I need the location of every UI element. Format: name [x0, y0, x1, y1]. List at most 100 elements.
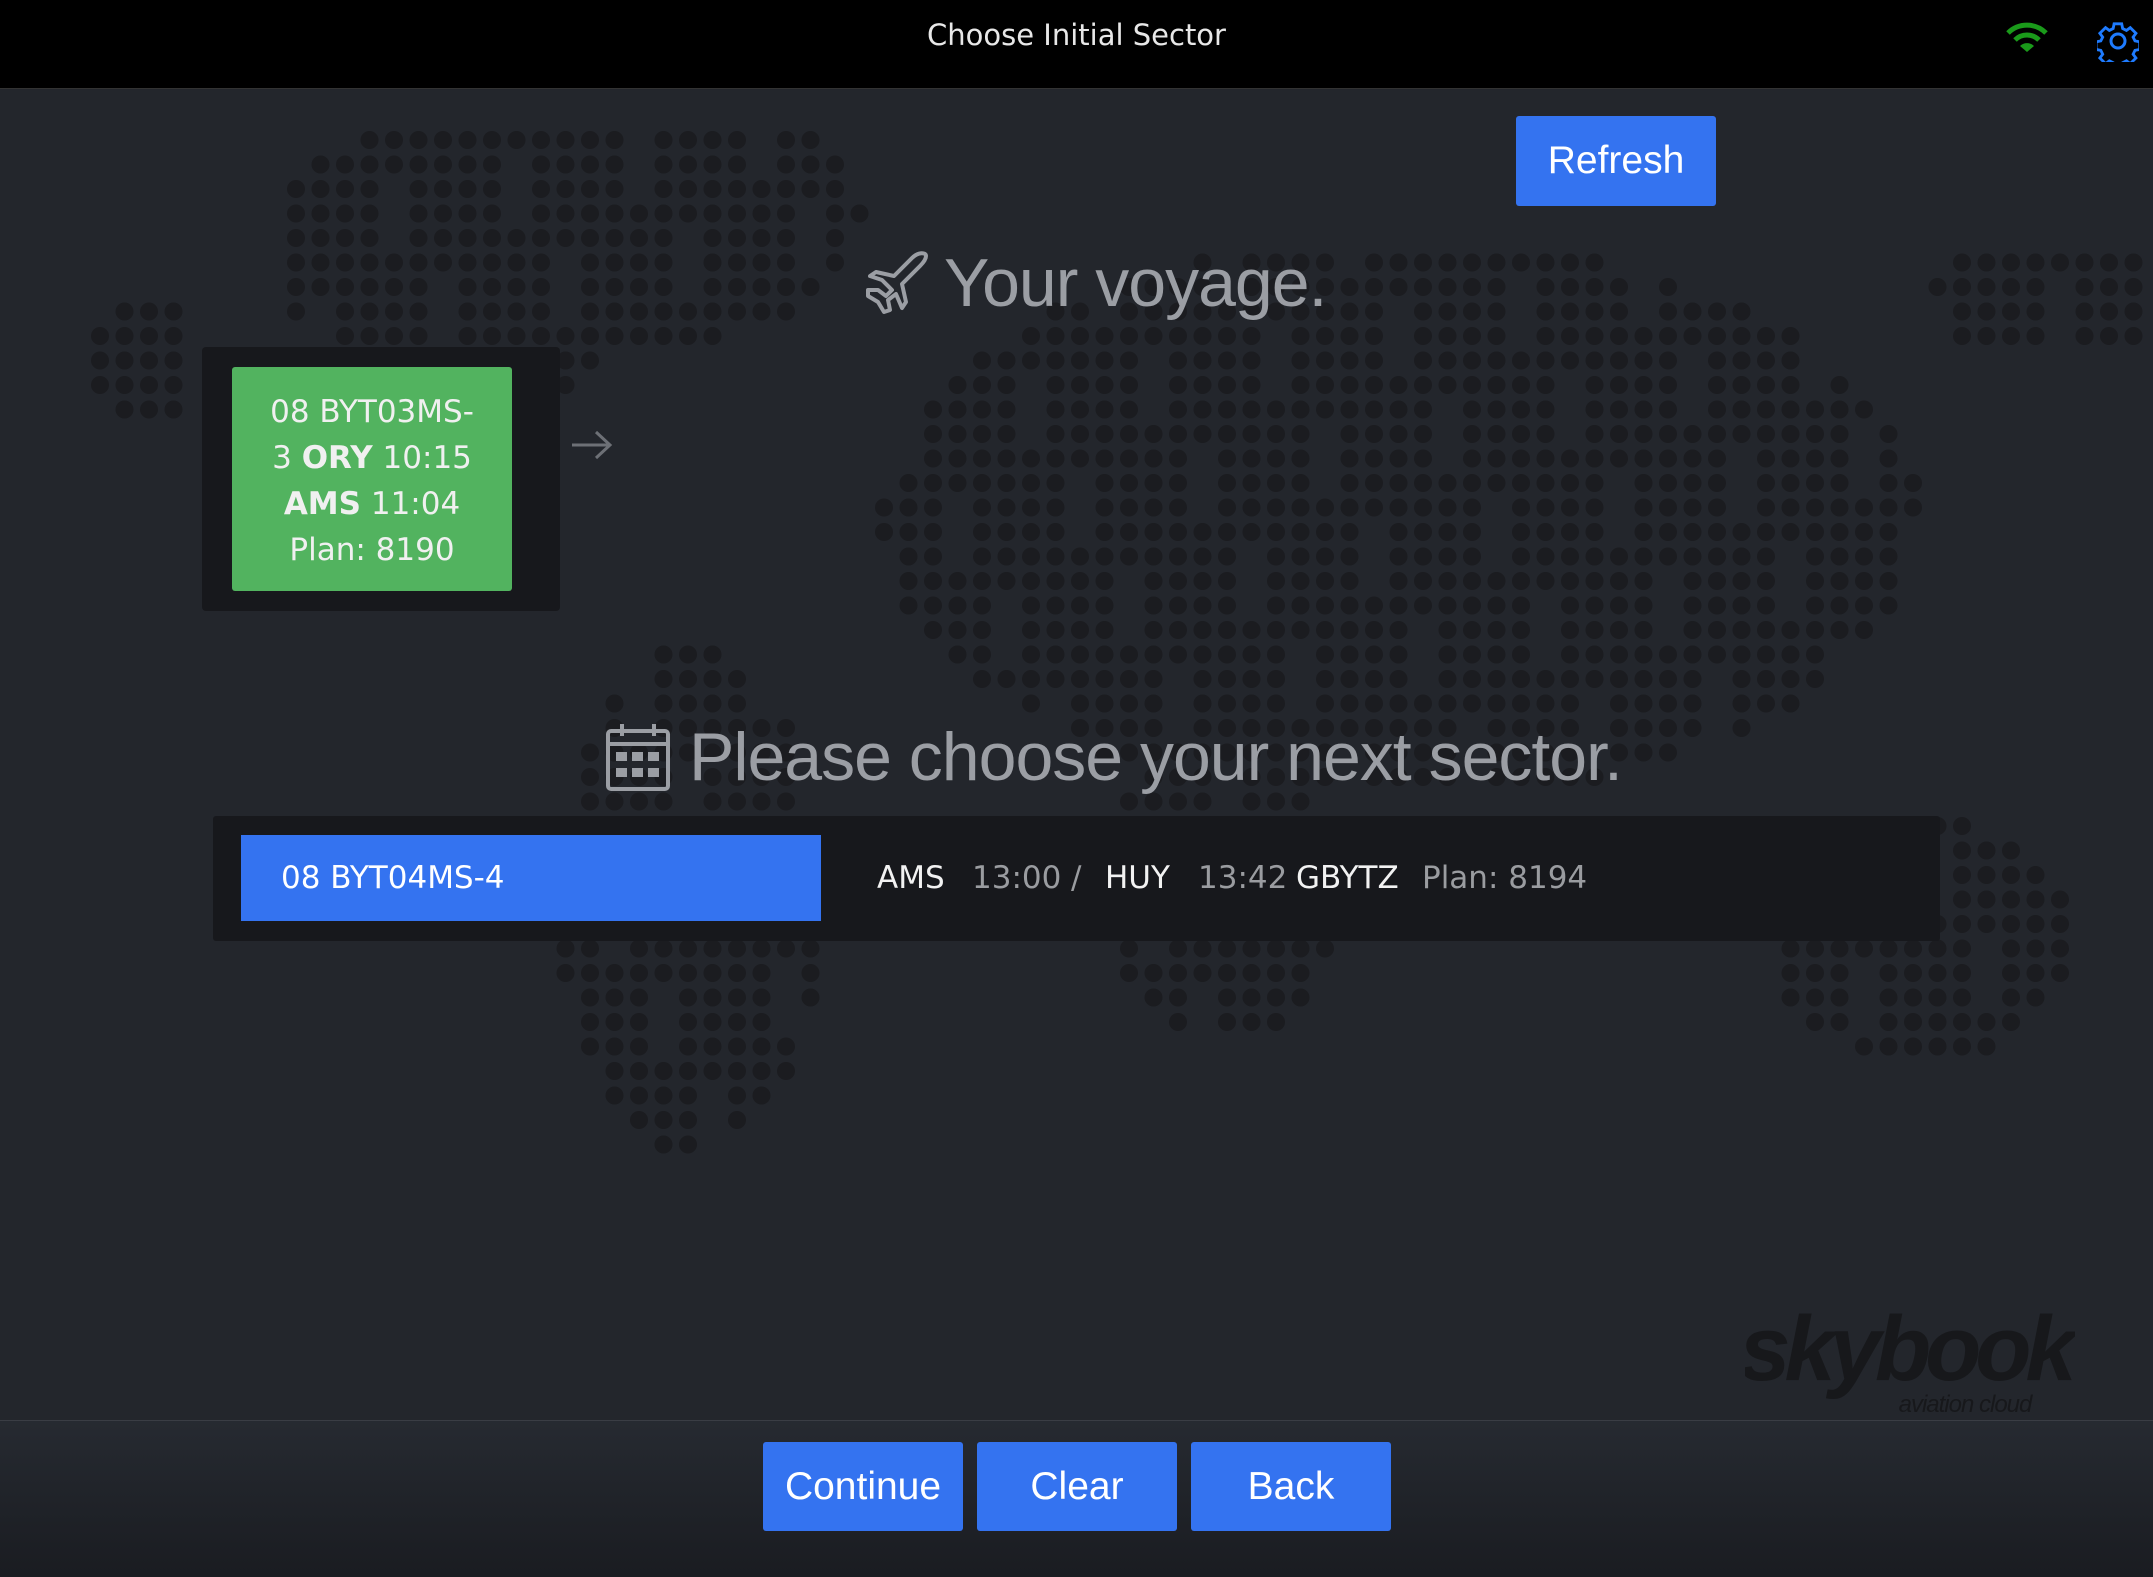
map-dot — [1977, 1013, 1996, 1031]
map-dot — [1071, 621, 1089, 639]
map-dot — [1414, 400, 1432, 419]
map-dot — [385, 253, 403, 272]
map-dot — [1855, 523, 1873, 541]
map-dot — [752, 229, 771, 247]
map-dot — [2026, 890, 2045, 909]
map-dot — [1218, 572, 1236, 590]
map-dot — [1732, 645, 1751, 664]
map-dot — [140, 302, 158, 321]
map-dot — [1414, 474, 1432, 492]
map-dot — [777, 939, 795, 958]
map-dot — [1340, 425, 1359, 443]
map-dot — [1193, 523, 1212, 541]
map-dot — [1267, 645, 1285, 664]
sector-select-button[interactable]: 08 BYT04MS-4 — [241, 835, 821, 921]
map-dot — [581, 180, 599, 198]
map-dot — [1634, 719, 1653, 737]
map-dot — [2026, 866, 2045, 884]
map-dot — [1659, 449, 1677, 468]
map-dot — [1781, 474, 1800, 492]
map-dot — [1438, 351, 1457, 370]
map-dot — [1904, 1037, 1922, 1056]
map-dot — [1904, 988, 1922, 1007]
map-dot — [1561, 670, 1579, 688]
map-dot — [1267, 694, 1285, 713]
map-dot — [1561, 547, 1579, 566]
map-dot — [703, 939, 722, 958]
map-dot — [1757, 351, 1775, 370]
map-dot — [1267, 1013, 1285, 1031]
map-dot — [2075, 302, 2094, 321]
current-sector-card[interactable]: 08 BYT03MS- 3 ORY 10:15 AMS 11:04 Plan: … — [232, 367, 512, 591]
back-button[interactable]: Back — [1191, 1442, 1391, 1531]
map-dot — [679, 988, 697, 1007]
map-dot — [1953, 1037, 1971, 1056]
map-dot — [1977, 302, 1996, 321]
map-dot — [1487, 645, 1506, 664]
map-dot — [728, 939, 746, 958]
map-dot — [1218, 670, 1236, 688]
map-dot — [1242, 645, 1261, 664]
map-dot — [654, 694, 673, 713]
map-dot — [728, 278, 746, 296]
map-dot — [1585, 351, 1604, 370]
map-dot — [1585, 621, 1604, 639]
map-dot — [997, 670, 1016, 688]
map-dot — [1634, 449, 1653, 468]
map-dot — [1977, 278, 1996, 296]
map-dot — [1169, 425, 1187, 443]
map-dot — [1512, 351, 1530, 370]
sector-list-item[interactable]: 08 BYT04MS-4 AMS 13:00 / HUY 13:42 GBYTZ… — [213, 816, 1940, 941]
map-dot — [1708, 645, 1726, 664]
map-dot — [1267, 572, 1285, 590]
gear-icon[interactable] — [2097, 20, 2139, 62]
map-dot — [1610, 645, 1628, 664]
map-dot — [458, 204, 477, 223]
map-dot — [1708, 327, 1726, 345]
map-dot — [1512, 694, 1530, 713]
map-dot — [1879, 572, 1898, 590]
map-dot — [1904, 964, 1922, 982]
map-dot — [360, 302, 379, 321]
map-dot — [581, 351, 599, 370]
map-dot — [1340, 523, 1359, 541]
map-dot — [1267, 964, 1285, 982]
map-dot — [1218, 351, 1236, 370]
map-dot — [948, 449, 967, 468]
map-dot — [1365, 425, 1383, 443]
map-dot — [458, 131, 477, 149]
map-dot — [654, 229, 673, 247]
map-dot — [581, 327, 599, 345]
map-dot — [1904, 498, 1922, 517]
map-dot — [1242, 400, 1261, 419]
map-dot — [1879, 474, 1898, 492]
map-dot — [1414, 351, 1432, 370]
map-dot — [1169, 327, 1187, 345]
map-dot — [654, 670, 673, 688]
map-dot — [728, 253, 746, 272]
map-dot — [1855, 939, 1873, 958]
map-dot — [752, 1086, 771, 1105]
map-dot — [997, 498, 1016, 517]
map-dot — [1046, 449, 1065, 468]
map-dot — [1046, 376, 1065, 394]
map-dot — [924, 425, 942, 443]
map-dot — [1414, 278, 1432, 296]
map-dot — [703, 988, 722, 1007]
map-dot — [679, 694, 697, 713]
map-dot — [1610, 425, 1628, 443]
map-dot — [1218, 327, 1236, 345]
map-dot — [1830, 964, 1849, 982]
map-dot — [1806, 939, 1824, 958]
map-dot — [1438, 278, 1457, 296]
map-dot — [1463, 449, 1481, 468]
map-dot — [409, 278, 428, 296]
map-dot — [1512, 474, 1530, 492]
map-dot — [1953, 890, 1971, 909]
map-dot — [777, 278, 795, 296]
refresh-button[interactable]: Refresh — [1516, 116, 1716, 206]
map-dot — [1414, 327, 1432, 345]
continue-button[interactable]: Continue — [763, 1442, 963, 1531]
clear-button[interactable]: Clear — [977, 1442, 1177, 1531]
map-dot — [1953, 278, 1971, 296]
